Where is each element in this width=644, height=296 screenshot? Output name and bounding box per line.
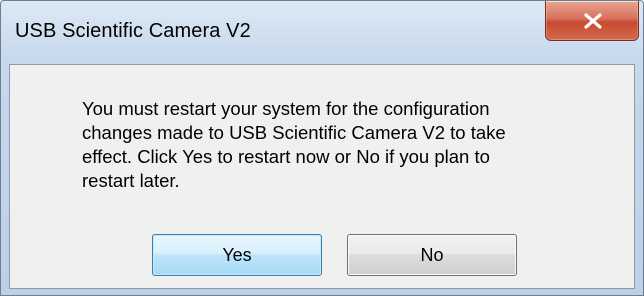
restart-message: You must restart your system for the con… <box>82 98 506 191</box>
window-title: USB Scientific Camera V2 <box>15 20 251 42</box>
title-bar[interactable]: USB Scientific Camera V2 <box>1 1 643 65</box>
dialog-window: USB Scientific Camera V2 You must restar… <box>0 0 644 296</box>
close-button[interactable] <box>545 1 639 41</box>
dialog-content: You must restart your system for the con… <box>9 64 635 289</box>
close-icon <box>584 13 602 29</box>
no-button[interactable]: No <box>347 234 517 276</box>
yes-button[interactable]: Yes <box>152 234 322 276</box>
